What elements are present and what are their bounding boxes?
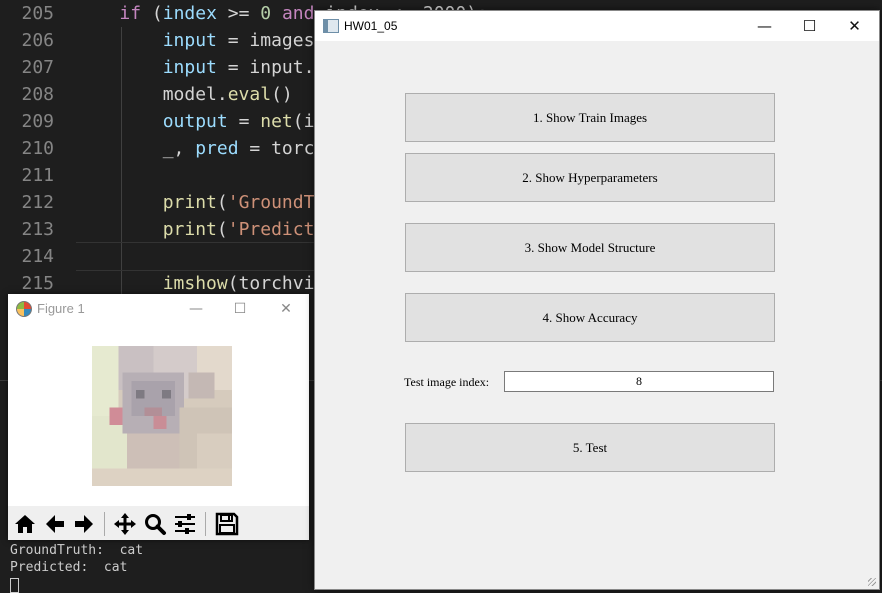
- code-token: >=: [216, 3, 261, 24]
- code-token: = images: [216, 30, 315, 51]
- line-number: 212: [21, 192, 54, 213]
- terminal-line-groundtruth: GroundTruth: cat: [10, 543, 144, 558]
- code-token: = input.: [216, 57, 315, 78]
- line-number: 207: [21, 57, 54, 78]
- test-image-index-label: Test image index:: [404, 375, 490, 389]
- test-button[interactable]: 5. Test: [405, 423, 775, 472]
- line-number: 210: [21, 138, 54, 159]
- cat-image: [92, 346, 232, 486]
- show-model-structure-button[interactable]: 3. Show Model Structure: [405, 223, 775, 272]
- app-window-icon: [323, 19, 339, 33]
- figure-title: Figure 1: [37, 301, 85, 316]
- code-token: imshow: [162, 273, 228, 294]
- code-token: model.: [76, 84, 228, 105]
- figure-titlebar[interactable]: Figure 1 — ☐ ✕: [8, 294, 309, 324]
- hw-minimize-button[interactable]: —: [742, 11, 787, 41]
- figure-close-button[interactable]: ✕: [266, 294, 306, 324]
- code-token: (: [216, 192, 228, 213]
- code-token: if: [119, 3, 142, 24]
- forward-icon[interactable]: [71, 511, 97, 537]
- line-code: imshow(torchvi: [76, 270, 315, 297]
- save-icon[interactable]: [214, 511, 240, 537]
- toolbar-separator: [104, 512, 105, 536]
- show-hyperparameters-button[interactable]: 2. Show Hyperparameters: [405, 153, 775, 202]
- code-token: input: [162, 57, 217, 78]
- code-token: print: [162, 192, 217, 213]
- code-token: (: [216, 219, 228, 240]
- pan-icon[interactable]: [112, 511, 138, 537]
- line-code: input = images: [76, 27, 315, 54]
- figure-maximize-button[interactable]: ☐: [220, 294, 260, 324]
- code-token: print: [162, 219, 217, 240]
- line-number: 213: [21, 219, 54, 240]
- code-token: and: [281, 3, 315, 24]
- code-token: (i: [292, 111, 315, 132]
- code-token: eval: [227, 84, 272, 105]
- code-token: (): [271, 84, 293, 105]
- code-token: (torchvi: [227, 273, 315, 294]
- figure-window[interactable]: Figure 1 — ☐ ✕: [8, 294, 309, 540]
- toolbar-separator: [205, 512, 206, 536]
- terminal-line-predicted: Predicted: cat: [10, 560, 128, 575]
- hw-close-button[interactable]: ✕: [832, 11, 877, 41]
- line-code: _, pred = torc: [76, 135, 315, 162]
- line-number: 209: [21, 111, 54, 132]
- line-number: 215: [21, 273, 54, 294]
- code-token: (: [141, 3, 163, 24]
- show-train-images-button[interactable]: 1. Show Train Images: [405, 93, 775, 142]
- code-token: index: [162, 3, 217, 24]
- resize-grip[interactable]: [868, 578, 876, 586]
- code-token: _,: [76, 138, 196, 159]
- line-number: 208: [21, 84, 54, 105]
- code-token: 'Predict: [227, 219, 315, 240]
- back-icon[interactable]: [42, 511, 68, 537]
- hw-maximize-button[interactable]: ☐: [787, 11, 832, 41]
- line-code: model.eval(): [76, 81, 293, 108]
- hw-titlebar[interactable]: HW01_05 — ☐ ✕: [315, 11, 879, 41]
- matplotlib-logo-icon: [16, 301, 32, 317]
- line-number: 206: [21, 30, 54, 51]
- zoom-icon[interactable]: [142, 511, 168, 537]
- line-code: print('Predict: [76, 216, 315, 243]
- configure-icon[interactable]: [172, 511, 198, 537]
- home-icon[interactable]: [12, 511, 38, 537]
- test-image-index-input[interactable]: 8: [504, 371, 774, 392]
- hw-window-title: HW01_05: [344, 19, 398, 33]
- line-code: output = net(i: [76, 108, 315, 135]
- show-accuracy-button[interactable]: 4. Show Accuracy: [405, 293, 775, 342]
- code-token: 'GroundT: [227, 192, 315, 213]
- line-code: input = input.: [76, 54, 315, 81]
- line-number: 211: [21, 165, 54, 186]
- code-token: input: [162, 30, 217, 51]
- hw-window[interactable]: HW01_05 — ☐ ✕ 1. Show Train Images 2. Sh…: [314, 10, 880, 590]
- code-token: output: [162, 111, 228, 132]
- code-token: 0: [260, 3, 272, 24]
- code-token: net: [260, 111, 293, 132]
- code-token: pred: [195, 138, 239, 159]
- figure-minimize-button[interactable]: —: [176, 294, 216, 324]
- code-token: = torc: [238, 138, 315, 159]
- figure-canvas[interactable]: [8, 324, 309, 506]
- line-code: print('GroundT: [76, 189, 315, 216]
- figure-toolbar: [8, 506, 309, 540]
- code-token: =: [227, 111, 261, 132]
- line-number: 205: [21, 3, 54, 24]
- line-number: 214: [21, 246, 54, 267]
